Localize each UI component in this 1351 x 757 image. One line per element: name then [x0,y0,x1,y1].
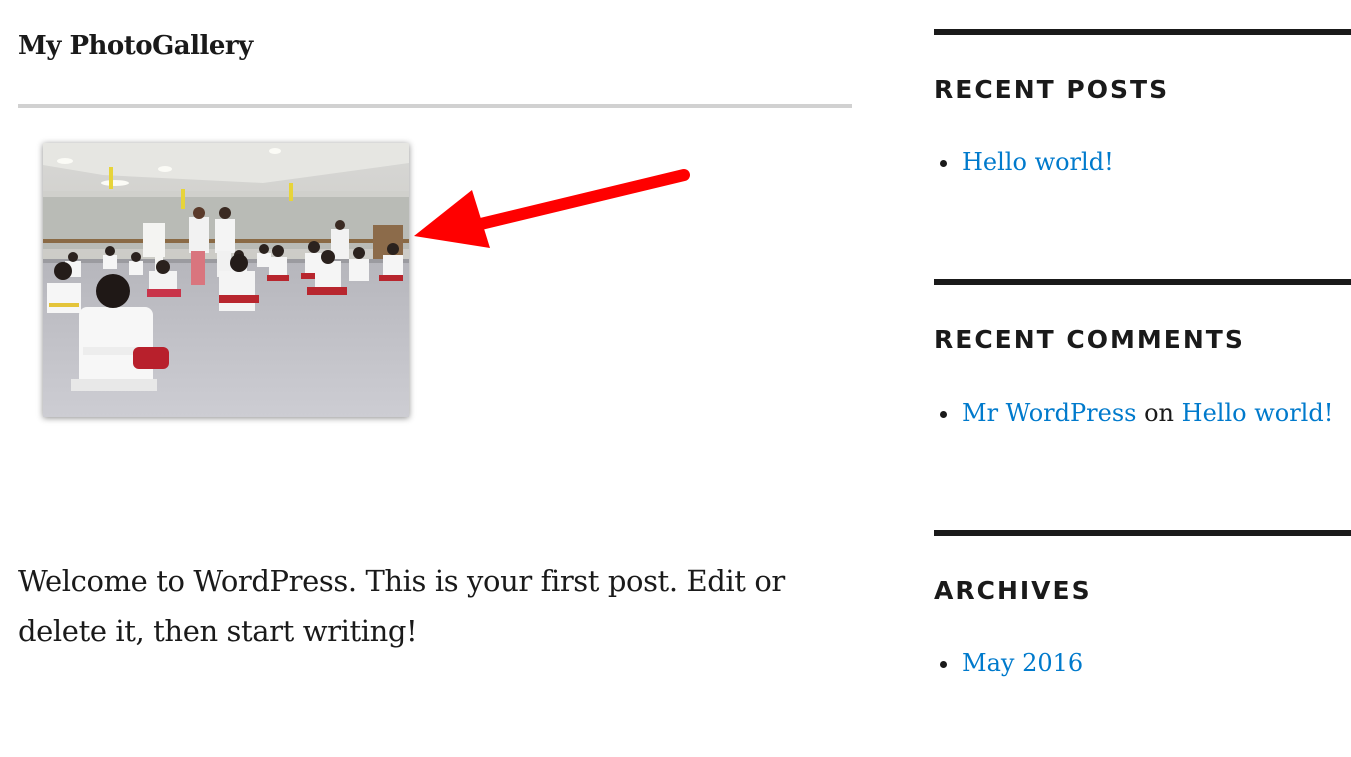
recent-comments-widget: RECENT COMMENTS Mr WordPress on Hello wo… [934,279,1351,479]
title-divider [18,104,852,108]
recent-comments-list: Mr WordPress on Hello world! [934,397,1333,429]
comment-author-link[interactable]: Mr WordPress [962,399,1136,427]
archives-widget: ARCHIVES May 2016 [934,530,1351,730]
widget-title: RECENT POSTS [934,75,1170,104]
widget-divider [934,29,1351,35]
gallery-title: My PhotoGallery [18,31,253,61]
archives-list: May 2016 [934,647,1083,679]
post-content: Welcome to WordPress. This is your first… [18,564,785,648]
list-item: May 2016 [934,647,1083,679]
recent-posts-widget: RECENT POSTS Hello world! [934,29,1351,229]
archive-month-link[interactable]: May 2016 [962,649,1083,677]
karate-class-photo [43,143,409,417]
gallery-photo-thumbnail[interactable] [43,143,409,417]
comment-connector: on [1144,399,1182,427]
widget-title: RECENT COMMENTS [934,325,1245,354]
widget-title: ARCHIVES [934,576,1092,605]
widget-divider [934,530,1351,536]
sidebar: RECENT POSTS Hello world! RECENT COMMENT… [934,0,1351,757]
list-item: Mr WordPress on Hello world! [934,397,1333,429]
red-arrow-annotation [414,169,690,248]
comment-post-link[interactable]: Hello world! [1182,399,1334,427]
widget-divider [934,279,1351,285]
list-item: Hello world! [934,146,1114,178]
recent-posts-list: Hello world! [934,146,1114,178]
recent-post-link[interactable]: Hello world! [962,148,1114,176]
main-content: My PhotoGallery Welcome to WordPress. Th… [18,0,852,757]
